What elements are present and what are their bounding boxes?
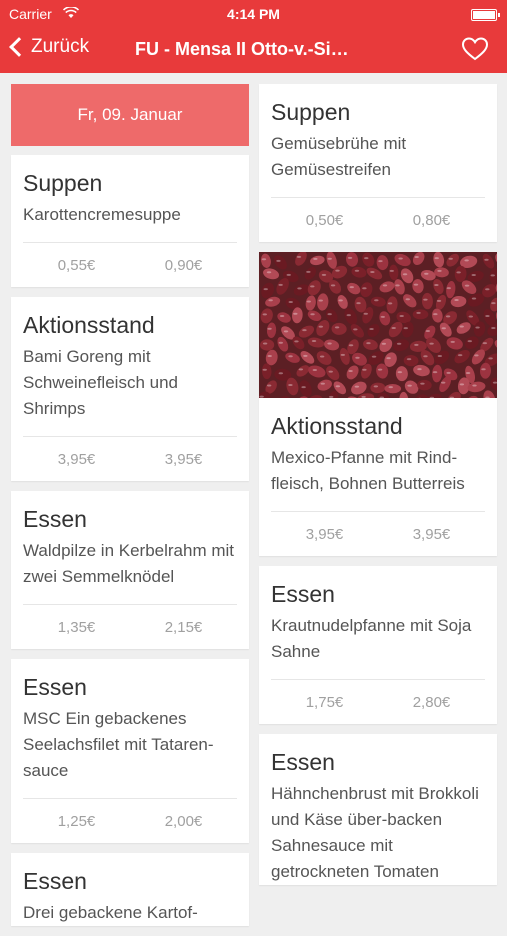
page-title: FU - Mensa II Otto-v.-Si… [135,39,349,60]
price-staff: 2,15€ [130,619,237,636]
chevron-left-icon [9,37,29,57]
clock: 4:14 PM [0,6,507,22]
price-student: 1,35€ [23,619,130,636]
card-category: Suppen [271,96,485,128]
card-category: Essen [23,671,237,703]
card-category: Suppen [23,167,237,199]
kidney-beans-photo [259,252,497,398]
price-row: 3,95€ 3,95€ [271,511,485,556]
card-dish: Waldpilze in Kerbelrahm mit zwei Semmelk… [23,538,237,590]
price-student: 0,50€ [271,212,378,229]
back-label: Zurück [31,36,89,58]
price-student: 1,25€ [23,813,130,830]
card-dish: Gemüsebrühe mit Gemüsestreifen [271,131,485,183]
price-row: 1,35€ 2,15€ [23,604,237,649]
card-dish: Bami Goreng mit Schweinefleisch und Shri… [23,344,237,422]
heart-icon[interactable] [461,36,489,62]
price-student: 0,55€ [23,257,130,274]
menu-card[interactable]: Aktionsstand Bami Goreng mit Schweinefle… [11,297,249,481]
navigation-bar: Zurück FU - Mensa II Otto-v.-Si… [0,28,507,73]
card-dish: Krautnudelpfanne mit Soja Sahne [271,613,485,665]
menu-card[interactable]: Suppen Karottencremesuppe 0,55€ 0,90€ [11,155,249,287]
card-category: Essen [271,578,485,610]
menu-card[interactable]: Essen Hähnchenbrust mit Brokkoli und Käs… [259,734,497,885]
menu-card[interactable]: Essen Drei gebackene Kartof- [11,853,249,926]
price-row: 3,95€ 3,95€ [23,436,237,481]
price-staff: 0,90€ [130,257,237,274]
status-bar: Carrier 4:14 PM [0,0,507,28]
price-staff: 0,80€ [378,212,485,229]
price-staff: 3,95€ [378,526,485,543]
card-category: Essen [271,746,485,778]
right-column: Suppen Gemüsebrühe mit Gemüsestreifen 0,… [259,84,497,895]
menu-card[interactable]: Aktionsstand Mexico-Pfanne mit Rind-flei… [259,252,497,556]
card-dish: Drei gebackene Kartof- [23,900,237,926]
battery-icon [471,9,497,21]
price-row: 1,75€ 2,80€ [271,679,485,724]
card-category: Essen [23,865,237,897]
card-category: Essen [23,503,237,535]
price-student: 3,95€ [271,526,378,543]
card-category: Aktionsstand [23,309,237,341]
menu-card[interactable]: Essen Waldpilze in Kerbelrahm mit zwei S… [11,491,249,649]
menu-card[interactable]: Essen MSC Ein gebackenes Seelachsfilet m… [11,659,249,843]
menu-card[interactable]: Essen Krautnudelpfanne mit Soja Sahne 1,… [259,566,497,724]
menu-card[interactable]: Suppen Gemüsebrühe mit Gemüsestreifen 0,… [259,84,497,242]
price-row: 0,55€ 0,90€ [23,242,237,287]
price-staff: 2,80€ [378,694,485,711]
card-dish: Mexico-Pfanne mit Rind-fleisch, Bohnen B… [271,445,485,497]
back-button[interactable]: Zurück [8,36,89,58]
price-student: 3,95€ [23,451,130,468]
card-dish: MSC Ein gebackenes Seelachsfilet mit Tat… [23,706,237,784]
header-bar: Carrier 4:14 PM Zurück FU - Mensa II Ott… [0,0,507,73]
card-category: Aktionsstand [271,410,485,442]
price-staff: 3,95€ [130,451,237,468]
price-student: 1,75€ [271,694,378,711]
price-row: 1,25€ 2,00€ [23,798,237,843]
price-staff: 2,00€ [130,813,237,830]
price-row: 0,50€ 0,80€ [271,197,485,242]
date-banner[interactable]: Fr, 09. Januar [11,84,249,146]
card-dish: Karottencremesuppe [23,202,237,228]
left-column: Fr, 09. Januar Suppen Karottencremesuppe… [11,84,249,936]
card-dish: Hähnchenbrust mit Brokkoli und Käse über… [271,781,485,885]
